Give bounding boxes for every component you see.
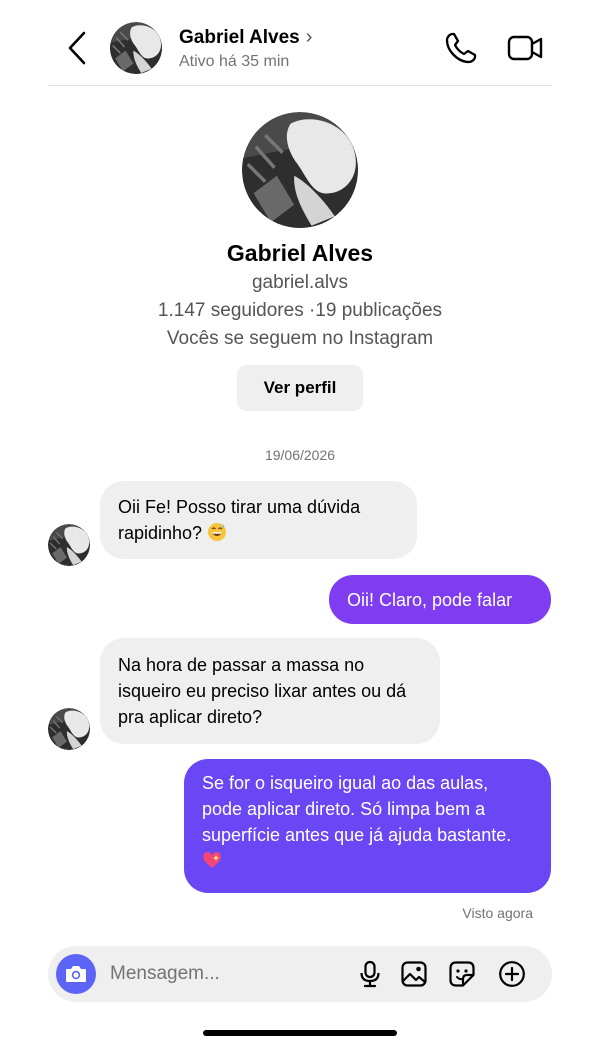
audio-call-button[interactable] [444, 31, 478, 65]
sticker-button[interactable] [448, 960, 476, 988]
date-separator: 19/06/2026 [264, 447, 336, 463]
video-call-button[interactable] [506, 31, 544, 65]
gallery-button[interactable] [400, 960, 428, 988]
chat-header: Gabriel Alves › Ativo há 35 min [0, 0, 600, 86]
sparkling-heart-emoji-icon [203, 852, 221, 868]
message-composer [48, 946, 552, 1002]
message-bubble-sent[interactable]: Oii! Claro, pode falar [329, 575, 551, 624]
microphone-icon [360, 960, 380, 988]
message-text: Oii! Claro, pode falar [347, 590, 513, 610]
profile-username: gabriel.alvs [251, 272, 349, 293]
message-text: Oii Fe! Posso tirar uma dúvida rapidinho… [118, 497, 361, 543]
message-bubble-received[interactable]: Na hora de passar a massa no isqueiro eu… [100, 638, 440, 744]
avatar[interactable] [110, 22, 162, 74]
phone-icon [445, 32, 477, 64]
active-status: Ativo há 35 min [179, 53, 290, 70]
message-bubble-sent[interactable]: Se for o isqueiro igual ao das aulas, po… [184, 759, 551, 893]
grinning-sweat-emoji-icon [208, 523, 227, 541]
voice-message-button[interactable] [356, 960, 384, 988]
message-bubble-received[interactable]: Oii Fe! Posso tirar uma dúvida rapidinho… [100, 481, 417, 559]
profile-stats: 1.147 seguidores ·19 publicações [157, 300, 443, 321]
camera-icon [66, 966, 86, 982]
home-indicator[interactable] [203, 1030, 397, 1036]
avatar[interactable] [48, 708, 90, 750]
seen-status: Visto agora [462, 905, 533, 921]
view-profile-button[interactable]: Ver perfil [237, 365, 363, 411]
more-options-button[interactable] [498, 960, 526, 988]
message-input[interactable] [110, 956, 340, 992]
header-divider [48, 85, 552, 86]
plus-circle-icon [499, 961, 525, 987]
mutual-follow-note: Vocês se seguem no Instagram [166, 328, 434, 349]
video-camera-icon [507, 35, 543, 61]
contact-name-link[interactable]: Gabriel Alves › [179, 26, 312, 49]
camera-button[interactable] [56, 954, 96, 994]
back-arrow-icon [68, 31, 86, 65]
sticker-icon [449, 961, 475, 987]
profile-avatar[interactable] [242, 112, 358, 228]
profile-name: Gabriel Alves [226, 240, 374, 266]
chevron-right-icon: › [305, 26, 313, 48]
contact-name: Gabriel Alves [179, 26, 300, 48]
message-text: Se for o isqueiro igual ao das aulas, po… [202, 773, 512, 845]
gallery-icon [401, 961, 427, 987]
avatar[interactable] [48, 524, 90, 566]
message-text: Na hora de passar a massa no isqueiro eu… [118, 655, 407, 727]
back-button[interactable] [62, 30, 92, 66]
